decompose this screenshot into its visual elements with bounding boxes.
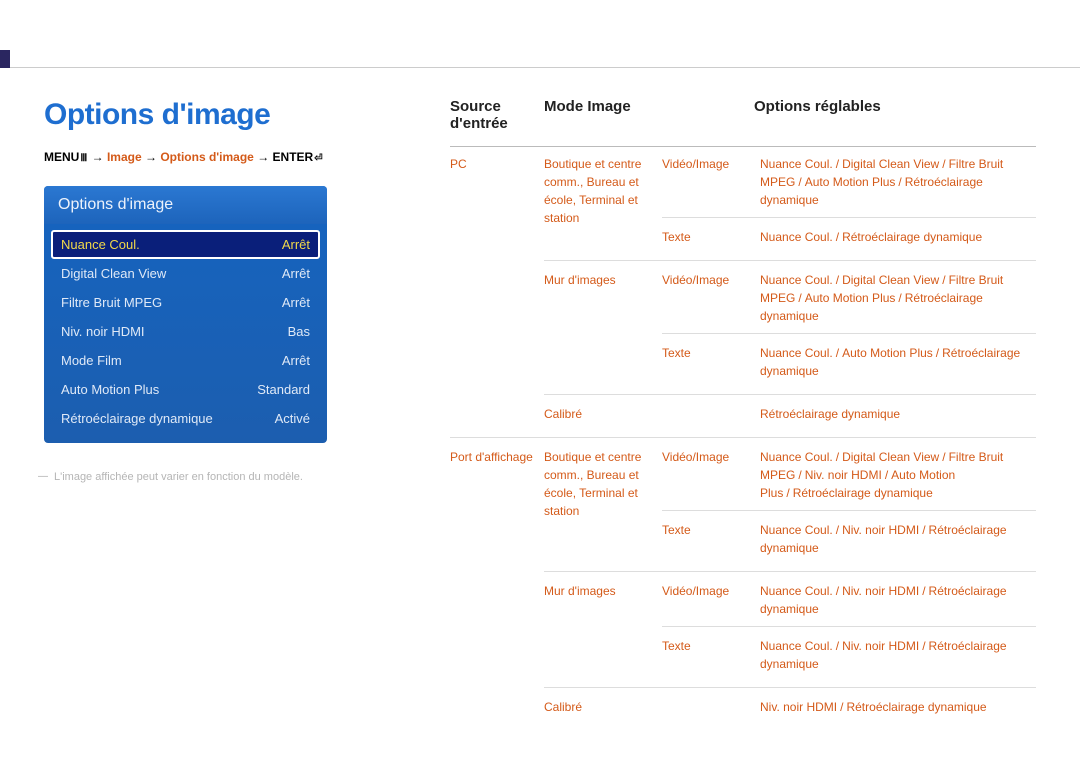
submode-cell: Texte	[662, 521, 760, 539]
submode-cell: Vidéo/Image	[662, 582, 760, 600]
source-cell: Port d'affichage	[450, 448, 544, 466]
submode-cell: Texte	[662, 344, 760, 362]
menu-item-value: Activé	[275, 411, 310, 426]
options-cell: Nuance Coul./Digital Clean View/Filtre B…	[760, 271, 1036, 325]
options-table: PCBoutique et centre comm., Bureau et éc…	[450, 155, 1036, 724]
menu-item-value: Bas	[288, 324, 310, 339]
options-cell: Nuance Coul./Digital Clean View/Filtre B…	[760, 448, 1036, 502]
breadcrumb-image: Image	[107, 150, 142, 164]
header-tab-marker	[0, 50, 10, 68]
options-cell: Nuance Coul./Auto Motion Plus/Rétroéclai…	[760, 344, 1036, 380]
options-cell: Nuance Coul./Niv. noir HDMI/Rétroéclaira…	[760, 521, 1036, 557]
arrow: →	[92, 150, 104, 164]
menu-item-label: Rétroéclairage dynamique	[61, 411, 213, 426]
source-cell: PC	[450, 155, 544, 173]
menu-item[interactable]: Nuance Coul. Arrêt	[51, 230, 320, 259]
mode-cell: Boutique et centre comm., Bureau et écol…	[544, 155, 662, 227]
menu-item[interactable]: Rétroéclairage dynamique Activé	[51, 404, 320, 433]
mode-cell: Boutique et centre comm., Bureau et écol…	[544, 448, 662, 520]
arrow: →	[257, 150, 269, 164]
menu-item-label: Filtre Bruit MPEG	[61, 295, 162, 310]
panel-title: Options d'image	[44, 186, 327, 224]
menu-item-value: Arrêt	[282, 295, 310, 310]
submode-cell: Vidéo/Image	[662, 155, 760, 173]
breadcrumb-menu: MENU	[44, 150, 79, 164]
menu-item-value: Standard	[257, 382, 310, 397]
menu-item[interactable]: Mode Film Arrêt	[51, 346, 320, 375]
menu-item-label: Auto Motion Plus	[61, 382, 159, 397]
col-a-header: Source d'entrée	[450, 98, 544, 132]
submode-cell: Vidéo/Image	[662, 448, 760, 466]
menu-icon: Ⅲ	[79, 153, 88, 164]
mode-cell: Mur d'images	[544, 582, 662, 600]
menu-item-label: Nuance Coul.	[61, 237, 140, 252]
col-b-header: Mode Image	[544, 98, 754, 132]
options-cell: Nuance Coul./Digital Clean View/Filtre B…	[760, 155, 1036, 209]
footnote: L'image affichée peut varier en fonction…	[44, 471, 424, 483]
options-panel: Options d'image Nuance Coul.ArrêtDigital…	[44, 186, 327, 443]
col-c-header: Options réglables	[754, 98, 1036, 132]
menu-item[interactable]: Filtre Bruit MPEG Arrêt	[51, 288, 320, 317]
options-cell: Niv. noir HDMI/Rétroéclairage dynamique	[760, 698, 1036, 716]
breadcrumb-enter: ENTER	[273, 150, 314, 164]
submode-cell: Vidéo/Image	[662, 271, 760, 289]
page-title: Options d'image	[44, 98, 424, 132]
menu-item[interactable]: Digital Clean View Arrêt	[51, 259, 320, 288]
menu-item[interactable]: Auto Motion Plus Standard	[51, 375, 320, 404]
menu-item-value: Arrêt	[282, 353, 310, 368]
enter-icon: ⏎	[313, 153, 323, 164]
submode-cell: Texte	[662, 637, 760, 655]
options-cell: Nuance Coul./Niv. noir HDMI/Rétroéclaira…	[760, 582, 1036, 618]
menu-item-label: Mode Film	[61, 353, 122, 368]
header-rule	[10, 67, 1080, 68]
menu-item-value: Arrêt	[282, 266, 310, 281]
menu-item-value: Arrêt	[282, 237, 310, 252]
table-header: Source d'entrée Mode Image Options régla…	[450, 98, 1036, 147]
menu-item-label: Digital Clean View	[61, 266, 166, 281]
mode-cell: Calibré	[544, 405, 662, 423]
mode-cell: Calibré	[544, 698, 662, 716]
breadcrumb: MENUⅢ → Image → Options d'image → ENTER⏎	[44, 150, 424, 164]
menu-item[interactable]: Niv. noir HDMI Bas	[51, 317, 320, 346]
submode-cell: Texte	[662, 228, 760, 246]
mode-cell: Mur d'images	[544, 271, 662, 289]
breadcrumb-options: Options d'image	[160, 150, 254, 164]
menu-item-label: Niv. noir HDMI	[61, 324, 145, 339]
options-cell: Rétroéclairage dynamique	[760, 405, 1036, 423]
options-cell: Nuance Coul./Rétroéclairage dynamique	[760, 228, 1036, 246]
options-cell: Nuance Coul./Niv. noir HDMI/Rétroéclaira…	[760, 637, 1036, 673]
arrow: →	[145, 150, 157, 164]
